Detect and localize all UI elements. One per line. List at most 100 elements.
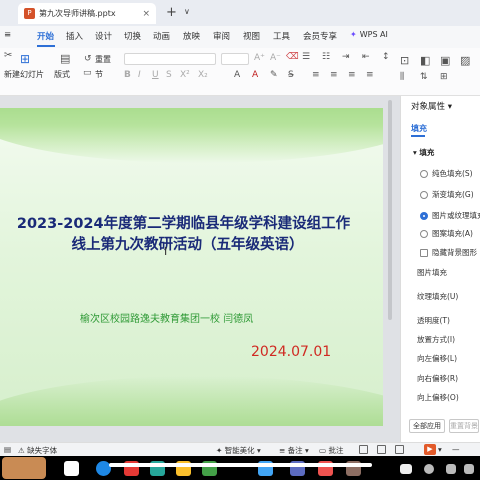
play-slideshow-icon[interactable]: ▶: [424, 444, 436, 455]
scrollbar-thumb[interactable]: [388, 100, 392, 320]
checkbox-icon: [420, 248, 428, 257]
apply-all-button[interactable]: 全部应用: [409, 419, 445, 433]
picture-icon[interactable]: ▨: [460, 54, 470, 67]
slide-subtitle[interactable]: 榆次区校园路逸夫教育集团一校 闫德凤: [80, 310, 253, 325]
close-tab-icon[interactable]: ×: [142, 9, 150, 19]
tray-icon[interactable]: [424, 464, 434, 474]
offset-up-label: 向上偏移(O): [417, 393, 459, 402]
pptx-file-icon: P: [24, 8, 35, 19]
slide-sorter-icon[interactable]: [377, 445, 386, 454]
notes-button[interactable]: ≡ 备注 ▾: [279, 445, 309, 456]
shapes-icon[interactable]: ◧: [420, 54, 430, 67]
screen-share-indicator: [109, 463, 372, 467]
slide-title-line-2[interactable]: 线上第九次教研活动（五年级英语）: [0, 235, 379, 255]
textbox-icon[interactable]: ⊡: [400, 54, 409, 67]
document-tab[interactable]: P 第九次导师讲稿.pptx ×: [18, 3, 156, 24]
missing-font-button[interactable]: ⚠ 缺失字体: [18, 445, 57, 456]
reset-label[interactable]: 重置: [95, 54, 111, 65]
normal-view-icon[interactable]: [359, 445, 368, 454]
smart-beautify-button[interactable]: ✦ 智能美化 ▾: [216, 445, 261, 456]
fill-gradient-option[interactable]: 渐变填充(G): [420, 189, 474, 200]
slide-title-line-1[interactable]: 2023-2024年度第二学期临县年级学科建设组工作: [0, 214, 375, 234]
font-family-select[interactable]: [124, 53, 216, 65]
slide-canvas[interactable]: 2023-2024年度第二学期临县年级学科建设组工作 线上第九次教研活动（五年级…: [0, 108, 383, 426]
ribbon-tab-member[interactable]: 会员专享: [303, 30, 337, 42]
volume-icon[interactable]: [446, 464, 456, 474]
notification-icon[interactable]: [464, 464, 474, 474]
layout-icon[interactable]: ▤: [60, 52, 70, 65]
italic-icon[interactable]: I: [138, 70, 141, 80]
font-color-icon[interactable]: A: [252, 70, 258, 80]
outdent-icon[interactable]: ⇤: [362, 52, 370, 62]
new-slide-icon[interactable]: ⊞: [20, 52, 30, 66]
highlight-icon[interactable]: ✎: [270, 70, 278, 80]
ribbon-tab-tools[interactable]: 工具: [273, 30, 290, 42]
panel-header[interactable]: 对象属性 ▾: [411, 100, 452, 112]
wps-ai-button[interactable]: ✦ WPS AI: [350, 30, 388, 39]
indent-icon[interactable]: ⇥: [342, 52, 350, 62]
arrange-icon[interactable]: ▣: [440, 54, 450, 67]
ribbon-tab-review[interactable]: 审阅: [213, 30, 230, 42]
ribbon-tab-animation[interactable]: 动画: [153, 30, 170, 42]
comments-label: 批注: [328, 446, 344, 455]
fill-solid-option[interactable]: 纯色填充(S): [420, 168, 473, 179]
ribbon-tab-design[interactable]: 设计: [95, 30, 112, 42]
increase-font-icon[interactable]: A⁺: [254, 53, 265, 63]
os-taskbar: [0, 456, 480, 480]
keyboard-icon[interactable]: [400, 464, 412, 474]
align-left-icon[interactable]: ≡: [312, 70, 320, 80]
align-center-icon[interactable]: ≡: [330, 70, 338, 80]
fill-section-toggle[interactable]: ▾ 填充: [413, 147, 434, 158]
font-size-select[interactable]: [221, 53, 249, 65]
hide-bg-checkbox[interactable]: 隐藏背景图形: [420, 247, 477, 258]
shadow-icon[interactable]: S: [166, 70, 172, 80]
subscript-icon[interactable]: X₂: [198, 70, 208, 80]
convert-icon[interactable]: ⊞: [440, 72, 448, 82]
ribbon-tab-home[interactable]: 开始: [37, 30, 54, 42]
column-icon[interactable]: ⫼: [400, 72, 404, 82]
reset-icon[interactable]: ↺: [84, 54, 92, 64]
cut-icon[interactable]: ✂: [4, 50, 12, 61]
panel-tab-fill[interactable]: 填充: [411, 123, 427, 134]
bold-icon[interactable]: B: [124, 70, 131, 80]
clear-format-icon[interactable]: ⌫: [286, 52, 299, 62]
fill-picture-option[interactable]: 图片或纹理填充: [420, 210, 480, 221]
offset-right-label: 向右偏移(R): [417, 374, 459, 383]
ribbon-tab-transitions[interactable]: 切换: [124, 30, 141, 42]
missing-font-label: 缺失字体: [27, 446, 58, 455]
ribbon-tab-insert[interactable]: 插入: [66, 30, 83, 42]
section-button[interactable]: 节: [95, 69, 103, 80]
zoom-out-icon[interactable]: —: [452, 445, 460, 454]
layout-button[interactable]: 版式: [54, 69, 70, 80]
ribbon-tab-slideshow[interactable]: 放映: [183, 30, 200, 42]
justify-icon[interactable]: ≡: [366, 70, 374, 80]
comments-button[interactable]: ▭ 批注: [319, 445, 343, 456]
start-menu-icon[interactable]: [64, 461, 79, 476]
play-options-chevron-icon[interactable]: ▾: [438, 445, 442, 454]
superscript-icon[interactable]: X²: [180, 70, 190, 80]
bullet-list-icon[interactable]: ☰: [302, 52, 310, 62]
reading-view-icon[interactable]: [395, 445, 404, 454]
tab-list-chevron-icon[interactable]: ∨: [184, 7, 190, 16]
text-direction-icon[interactable]: ⇅: [420, 72, 428, 82]
fill-pattern-option[interactable]: 图案填充(A): [420, 228, 473, 239]
section-icon[interactable]: ▭: [83, 68, 92, 78]
menu-icon[interactable]: ≡: [4, 30, 11, 40]
weather-widget-icon[interactable]: [2, 457, 46, 479]
align-right-icon[interactable]: ≡: [348, 70, 356, 80]
slide-date[interactable]: 2024.07.01: [251, 344, 331, 360]
ribbon-tab-bar: ≡ 开始 插入 设计 切换 动画 放映 审阅 视图 工具 会员专享: [0, 26, 480, 48]
reset-background-button[interactable]: 重置背景: [449, 419, 479, 433]
strikethrough-icon[interactable]: S̶: [288, 70, 294, 80]
new-slide-button[interactable]: 新建幻灯片: [4, 69, 44, 80]
line-spacing-icon[interactable]: ↕: [382, 52, 390, 62]
numbered-list-icon[interactable]: ☷: [322, 52, 330, 62]
decrease-font-icon[interactable]: A⁻: [270, 53, 281, 63]
text-effect-icon[interactable]: A: [234, 70, 240, 80]
new-tab-button[interactable]: +: [166, 5, 177, 20]
picture-fill-label: 图片填充: [417, 268, 447, 277]
ribbon-tab-view[interactable]: 视图: [243, 30, 260, 42]
underline-icon[interactable]: U: [152, 70, 159, 80]
vertical-scrollbar[interactable]: [386, 100, 394, 400]
slide-editing-area: 2023-2024年度第二学期临县年级学科建设组工作 线上第九次教研活动（五年级…: [0, 96, 400, 442]
